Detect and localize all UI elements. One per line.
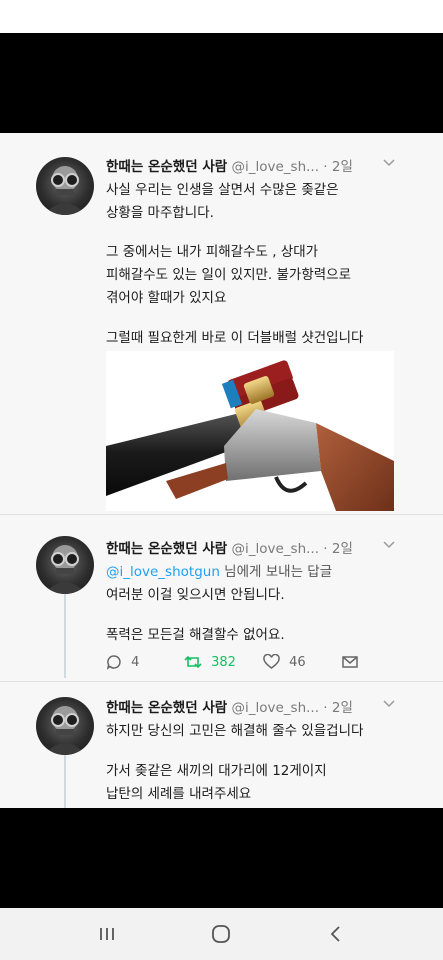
like-button[interactable]: 46	[263, 654, 306, 670]
avatar[interactable]	[36, 157, 94, 215]
back-icon[interactable]	[316, 916, 356, 952]
tweet-header: 한때는 온순했던 사람 @i_love_sh... · 2일	[106, 537, 353, 557]
reply-count: 4	[131, 654, 140, 670]
reply-suffix: 님에게 보내는 답글	[219, 564, 333, 580]
recent-apps-icon[interactable]	[87, 916, 127, 952]
divider	[0, 681, 443, 682]
handle-and-time[interactable]: @i_love_sh... · 2일	[231, 159, 352, 175]
home-icon[interactable]	[201, 916, 241, 952]
letterbox-top	[0, 33, 443, 133]
tweet-text-line: 사실 우리는 인생을 살면서 수많은 좆같은	[106, 182, 339, 198]
reply-user-link[interactable]: @i_love_shotgun	[106, 564, 220, 580]
top-margin	[0, 0, 443, 33]
retweet-count: 382	[211, 654, 236, 670]
display-name[interactable]: 한때는 온순했던 사람	[106, 159, 227, 175]
tweet-text-line: 여러분 이걸 잊으시면 안됩니다.	[106, 587, 285, 603]
reply-context: @i_love_shotgun 님에게 보내는 답글	[106, 560, 332, 580]
display-name[interactable]: 한때는 온순했던 사람	[106, 700, 227, 716]
tweet-header: 한때는 온순했던 사람 @i_love_sh... · 2일	[106, 696, 353, 716]
reply-button[interactable]: 4	[106, 654, 139, 670]
handle-and-time[interactable]: @i_love_sh... · 2일	[231, 541, 352, 557]
tweet-text-line: 납탄의 세례를 내려주세요	[106, 786, 252, 802]
message-button[interactable]	[342, 654, 358, 669]
tweet-text-line: 하지만 당신의 고민은 해결해 줄수 있을겁니다	[106, 723, 364, 739]
avatar[interactable]	[36, 697, 94, 755]
tweet-header: 한때는 온순했던 사람 @i_love_sh... · 2일	[106, 155, 353, 175]
tweet-text-line: 가서 좆같은 새끼의 대가리에 12게이지	[106, 763, 327, 779]
tweet-photo-shotgun[interactable]	[106, 351, 394, 511]
tweet-text-line: 그럴때 필요한게 바로 이 더블배럴 샷건입니다	[106, 330, 364, 346]
tweet-text-line: 그 중에서는 내가 피해갈수도 , 상대가	[106, 244, 319, 260]
retweet-icon	[184, 655, 202, 669]
tweet-text-line: 상황을 마주합니다.	[106, 205, 214, 221]
retweet-button[interactable]: 382	[184, 654, 236, 670]
chevron-down-icon[interactable]	[383, 157, 395, 171]
chevron-down-icon[interactable]	[383, 698, 395, 712]
thread-line	[64, 750, 66, 808]
screenshot-content: 한때는 온순했던 사람 @i_love_sh... · 2일 사실 우리는 인생…	[0, 133, 443, 808]
tweet-text-line: 피해갈수도 있는 일이 있지만. 불가항력으로	[106, 267, 352, 283]
like-count: 46	[289, 654, 306, 670]
heart-icon	[263, 654, 280, 669]
display-name[interactable]: 한때는 온순했던 사람	[106, 541, 227, 557]
envelope-icon	[342, 655, 358, 668]
tweet-text-line: 겪어야 할때가 있지요	[106, 290, 227, 306]
reply-icon	[106, 655, 121, 670]
letterbox-bottom	[0, 808, 443, 908]
divider	[0, 514, 443, 515]
tweet-text-line: 폭력은 모든걸 해결할수 없어요.	[106, 627, 285, 643]
avatar[interactable]	[36, 536, 94, 594]
handle-and-time[interactable]: @i_love_sh... · 2일	[231, 700, 352, 716]
chevron-down-icon[interactable]	[383, 539, 395, 553]
